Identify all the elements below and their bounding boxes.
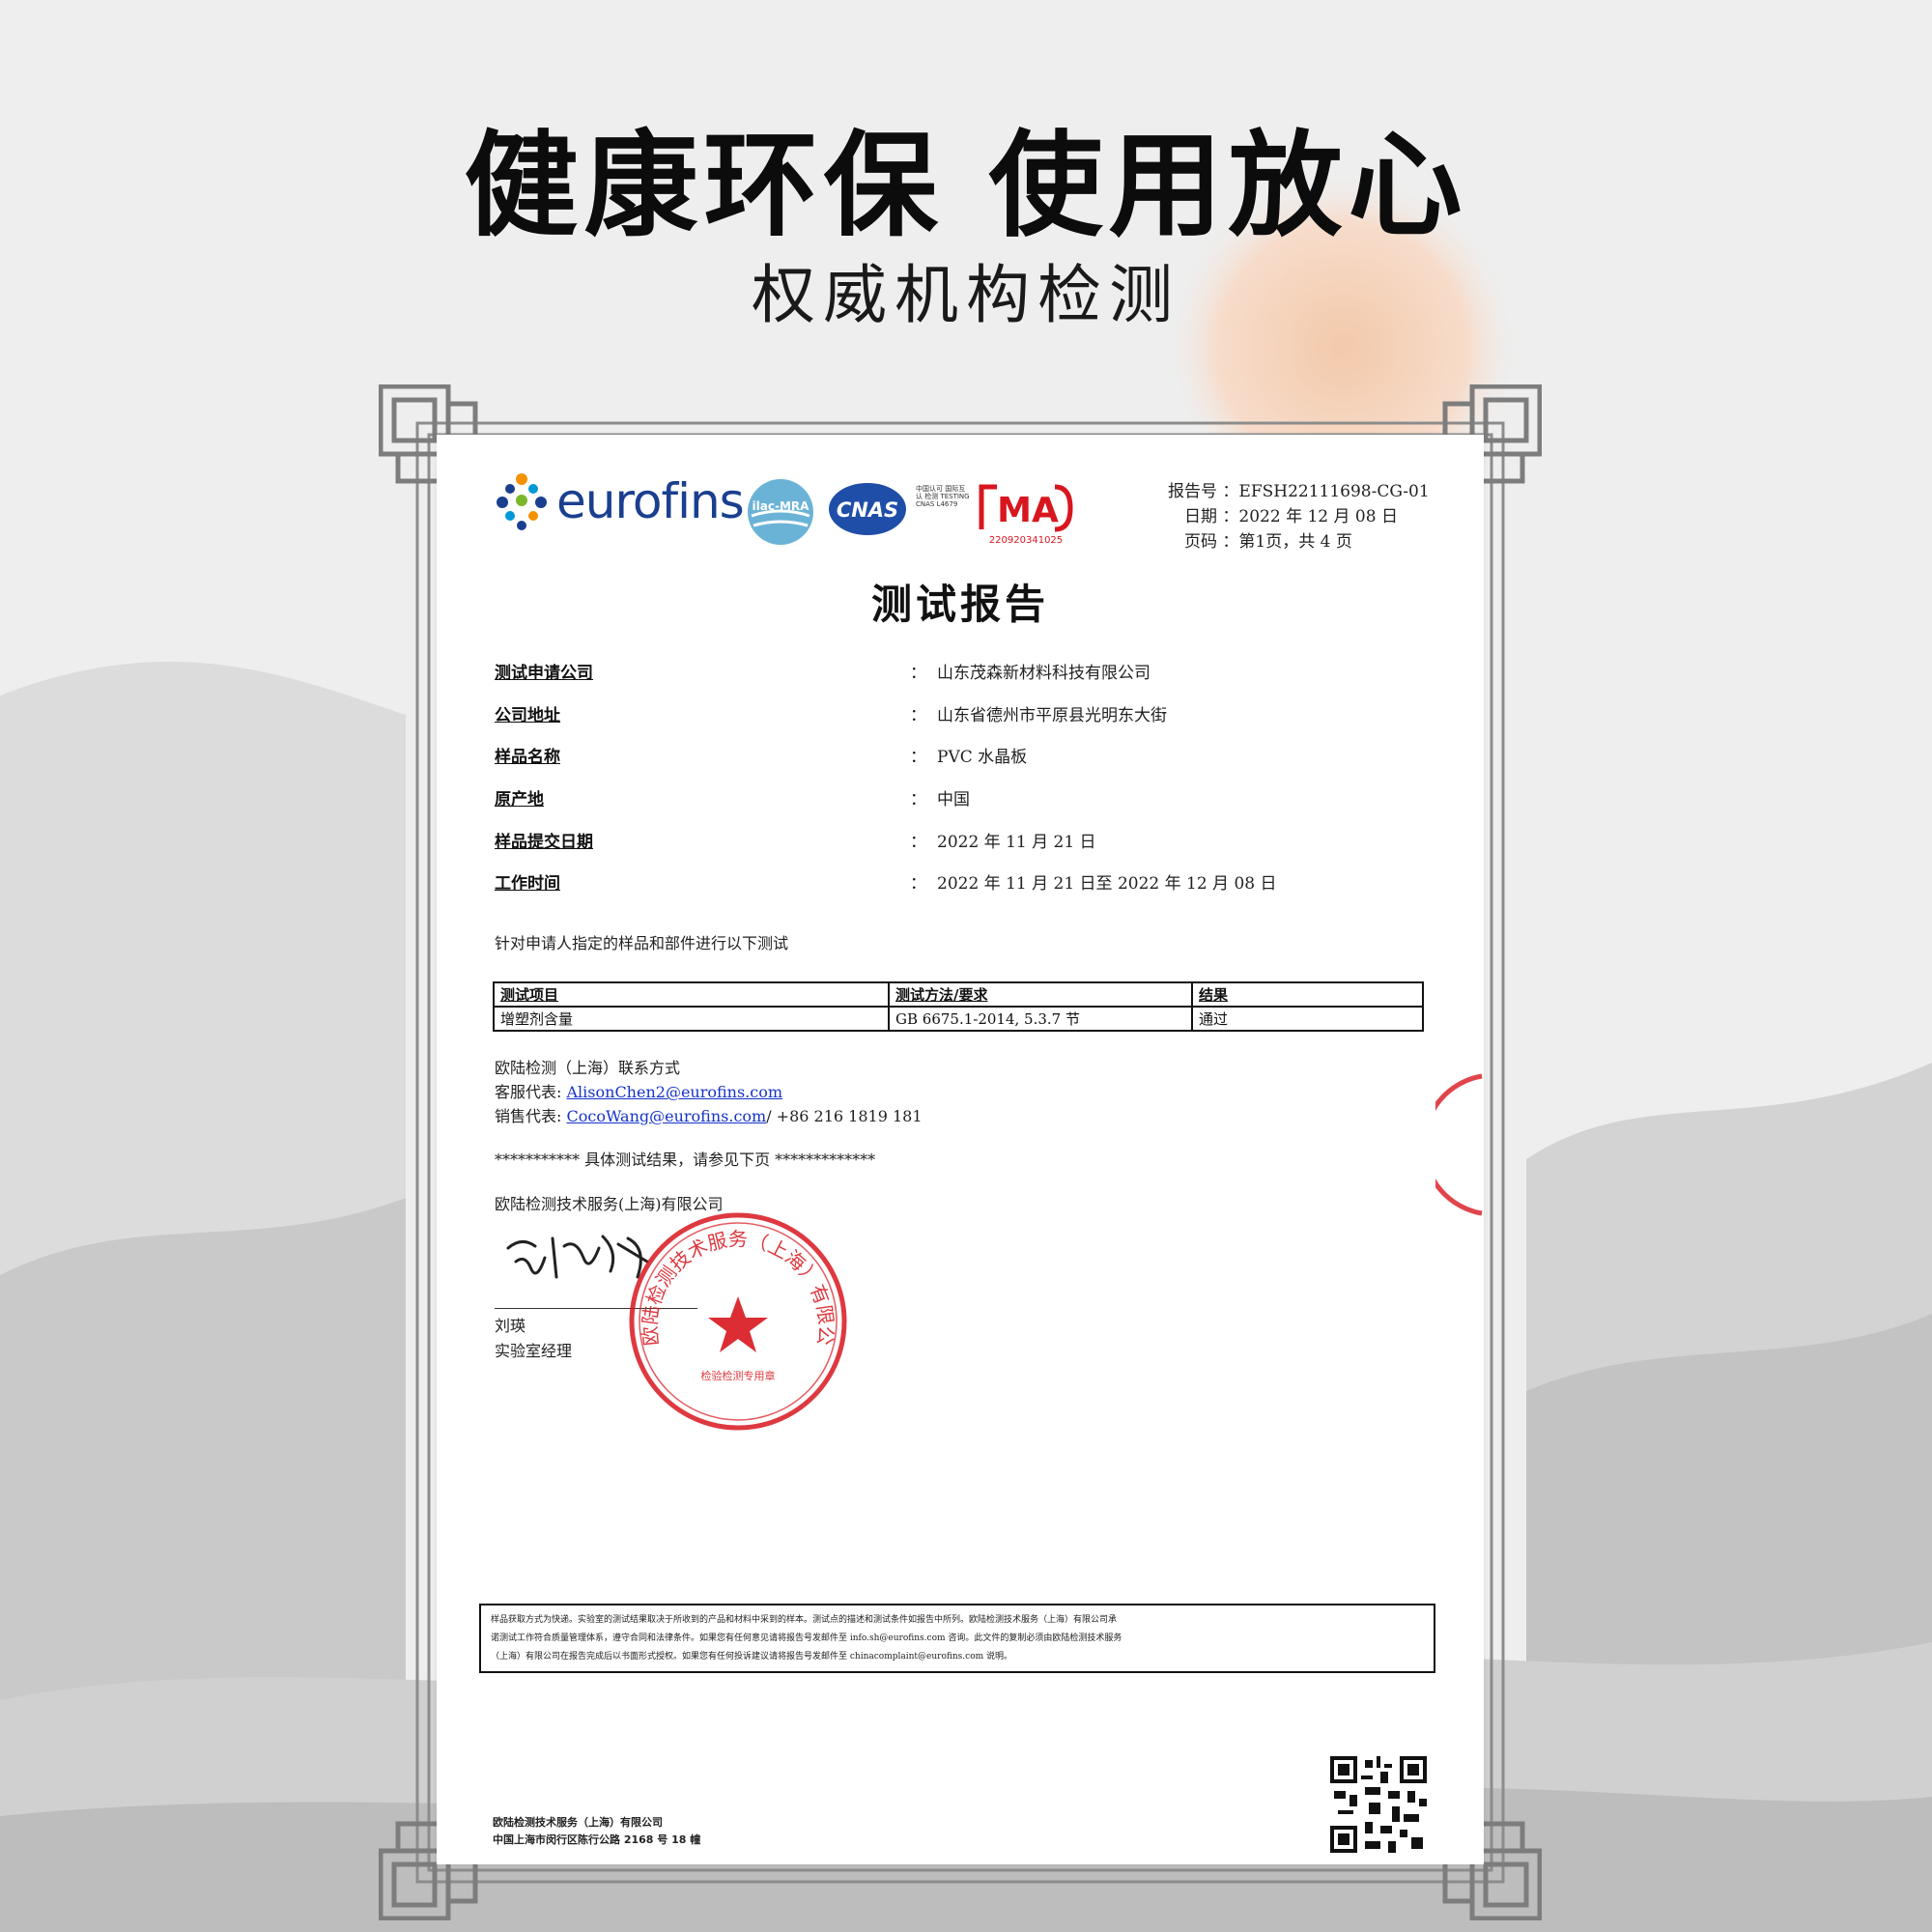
footer-address: 中国上海市闵行区陈行公路 2168 号 18 幢 — [493, 1833, 701, 1846]
cnas-label: CNAS — [837, 498, 898, 522]
red-company-seal: 欧陆检测技术服务（上海）有限公司 检验检测专用章 — [626, 1209, 847, 1431]
field-colon: ： — [910, 833, 926, 852]
field-label-work-period: 工作时间 — [495, 874, 560, 894]
report-meta: 报告号 ：EFSH22111698-CG-01 日期 ：2022 年 12 月 … — [1155, 479, 1430, 554]
field-value-sample-name: PVC 水晶板 — [937, 748, 1028, 767]
table-header-row: 测试项目 测试方法/要求 结果 — [493, 981, 1424, 1008]
table-cell-method: GB 6675.1-2014, 5.3.7 节 — [888, 1006, 1193, 1032]
field-label-address: 公司地址 — [495, 706, 560, 725]
table-row: 增塑剂含量 GB 6675.1-2014, 5.3.7 节 通过 — [493, 1006, 1424, 1032]
disclaimer-line: 诺测试工作符合质量管理体系，遵守合同和法律条件。如果您有任何意见请将报告号发邮件… — [491, 1634, 1122, 1643]
signer-title: 实验室经理 — [495, 1342, 573, 1360]
page-number-label: 页码 — [1184, 532, 1217, 552]
signer-block: 刘瑛 实验室经理 — [495, 1314, 572, 1364]
seal-star-icon — [708, 1296, 768, 1352]
promo-subline: 权威机构检测 — [752, 258, 1180, 332]
cs-email-link[interactable]: AlisonChen2@eurofins.com — [567, 1083, 783, 1101]
sales-email-link[interactable]: CocoWang@eurofins.com — [567, 1107, 767, 1125]
sales-label: 销售代表: — [495, 1107, 562, 1125]
cma-logo: MA 220920341025 — [979, 484, 1073, 546]
field-value-work-period: 2022 年 11 月 21 日至 2022 年 12 月 08 日 — [937, 874, 1277, 894]
partial-seal-edge — [1435, 1073, 1483, 1216]
footer-company: 欧陆检测技术服务（上海）有限公司 — [493, 1816, 663, 1829]
signer-name: 刘瑛 — [495, 1317, 526, 1335]
cs-label: 客服代表: — [495, 1083, 562, 1101]
field-colon: ： — [910, 874, 926, 894]
sales-phone: / +86 216 1819 181 — [766, 1107, 923, 1125]
cma-number: 220920341025 — [989, 535, 1063, 546]
test-intro-text: 针对申请人指定的样品和部件进行以下测试 — [495, 934, 789, 952]
disclaimer-box: 样品获取方式为快递。实验室的测试结果取决于所收到的产品和材料中采到的样本。测试点… — [479, 1604, 1435, 1673]
report-number-label: 报告号 — [1168, 482, 1217, 501]
field-colon: ： — [910, 706, 926, 725]
field-label-submit-date: 样品提交日期 — [495, 833, 593, 852]
page-number-value: ：第1页，共 4 页 — [1222, 532, 1352, 552]
cma-label: MA — [997, 491, 1059, 530]
eurofins-wordmark: eurofins — [556, 473, 745, 529]
report-footer: 欧陆检测技术服务（上海）有限公司 中国上海市闵行区陈行公路 2168 号 18 … — [493, 1814, 700, 1849]
disclaimer-line: 样品获取方式为快递。实验室的测试结果取决于所收到的产品和材料中采到的样本。测试点… — [491, 1615, 1118, 1625]
field-label-applicant: 测试申请公司 — [495, 664, 593, 683]
table-header-result: 结果 — [1191, 981, 1424, 1008]
ilac-mra-logo: ilac-MRA — [748, 479, 813, 545]
eurofins-logo: eurofins — [493, 471, 749, 531]
cnas-accreditation-note: 中国认可 国际互认 检测 TESTING CNAS L4679 — [916, 485, 970, 508]
field-colon: ： — [910, 664, 926, 683]
field-value-applicant: 山东茂森新材料科技有限公司 — [937, 664, 1151, 683]
table-cell-item: 增塑剂含量 — [493, 1006, 890, 1032]
field-value-address: 山东省德州市平原县光明东大街 — [937, 706, 1167, 725]
field-value-submit-date: 2022 年 11 月 21 日 — [937, 833, 1096, 852]
promo-headline: 健康环保 使用放心 — [464, 119, 1468, 252]
report-date-label: 日期 — [1184, 507, 1217, 526]
report-number-value: ：EFSH22111698-CG-01 — [1222, 482, 1430, 501]
table-header-item: 测试项目 — [493, 981, 890, 1008]
table-cell-result: 通过 — [1191, 1006, 1424, 1032]
ilac-label: ilac-MRA — [753, 499, 810, 513]
field-label-sample-name: 样品名称 — [495, 748, 560, 767]
field-colon: ： — [910, 748, 926, 767]
test-items-table: 测试项目 测试方法/要求 结果 增塑剂含量 GB 6675.1-2014, 5.… — [493, 981, 1424, 1032]
disclaimer-line: （上海）有限公司在报告完成后以书面形式授权。如果您有任何投诉建议请将报告号发邮件… — [491, 1652, 1013, 1662]
contact-title: 欧陆检测（上海）联系方式 — [495, 1059, 681, 1077]
field-colon: ： — [910, 790, 926, 810]
report-title: 测试报告 — [870, 581, 1049, 628]
table-header-method: 测试方法/要求 — [888, 981, 1193, 1008]
cnas-logo: CNAS — [829, 483, 906, 535]
see-next-page-note: *********** 具体测试结果，请参见下页 ************* — [495, 1151, 876, 1169]
seal-inner-text: 检验检测专用章 — [701, 1369, 776, 1382]
qr-code[interactable] — [1330, 1756, 1427, 1853]
eurofins-dots-icon — [497, 473, 547, 530]
field-value-origin: 中国 — [937, 790, 970, 810]
report-date-value: ：2022 年 12 月 08 日 — [1222, 507, 1398, 526]
field-label-origin: 原产地 — [495, 790, 544, 810]
contact-block: 欧陆检测（上海）联系方式 客服代表: AlisonChen2@eurofins.… — [495, 1056, 923, 1128]
